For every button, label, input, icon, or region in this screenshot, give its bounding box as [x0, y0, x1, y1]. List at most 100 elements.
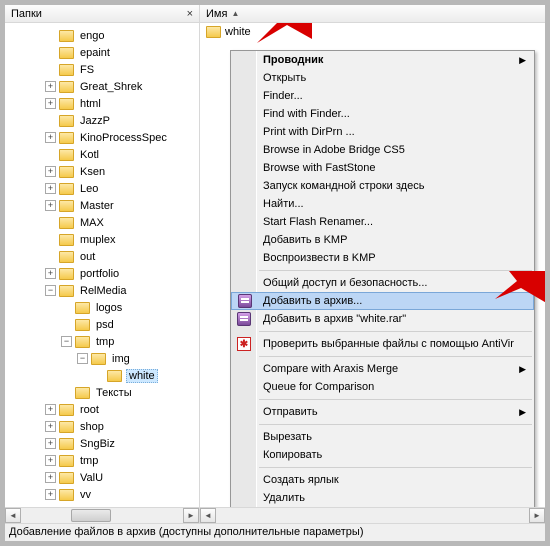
tree-item[interactable]: Тексты — [5, 384, 199, 401]
tree-item[interactable]: psd — [5, 316, 199, 333]
column-header-name[interactable]: Имя ▲ — [200, 5, 545, 22]
menu-item[interactable]: Открыть — [231, 69, 534, 87]
menu-item[interactable]: Browse in Adobe Bridge CS5 — [231, 141, 534, 159]
tree-item[interactable]: +SngBiz — [5, 435, 199, 452]
menu-item[interactable]: Compare with Araxis Merge▶ — [231, 360, 534, 378]
tree-item-label: engo — [78, 30, 106, 42]
expand-icon[interactable]: + — [45, 132, 56, 143]
tree-item[interactable]: +root — [5, 401, 199, 418]
menu-item[interactable]: Копировать — [231, 446, 534, 464]
menu-item[interactable]: Start Flash Renamer... — [231, 213, 534, 231]
close-icon[interactable]: × — [187, 8, 193, 20]
menu-item[interactable]: Отправить▶ — [231, 403, 534, 421]
collapse-icon[interactable]: − — [61, 336, 72, 347]
menu-item[interactable]: Print with DirPrn ... — [231, 123, 534, 141]
tree-item[interactable]: + Leo — [5, 180, 199, 197]
tree-item[interactable]: +ValU — [5, 469, 199, 486]
submenu-arrow-icon: ▶ — [519, 407, 526, 418]
expand-icon[interactable]: + — [45, 421, 56, 432]
folder-icon — [75, 336, 90, 348]
tree-item[interactable]: MAX — [5, 214, 199, 231]
expand-icon[interactable]: + — [45, 438, 56, 449]
expand-icon[interactable]: + — [45, 98, 56, 109]
expand-icon[interactable]: + — [45, 200, 56, 211]
menu-item-label: Добавить в архив... — [263, 295, 362, 307]
expand-icon[interactable]: + — [45, 455, 56, 466]
menu-item[interactable]: Queue for Comparison — [231, 378, 534, 396]
menu-item[interactable]: Вырезать — [231, 428, 534, 446]
tree-item[interactable]: out — [5, 248, 199, 265]
tree-item[interactable]: JazzP — [5, 112, 199, 129]
tree-item[interactable]: +Great_Shrek — [5, 78, 199, 95]
scroll-right-button[interactable]: ► — [183, 508, 199, 523]
folder-icon — [107, 370, 122, 382]
scroll-left-button[interactable]: ◄ — [200, 508, 216, 523]
tree-item[interactable]: Kotl — [5, 146, 199, 163]
expander-placeholder — [45, 149, 56, 160]
sort-asc-icon: ▲ — [231, 9, 239, 18]
tree-item[interactable]: + Master — [5, 197, 199, 214]
expand-icon[interactable]: + — [45, 404, 56, 415]
menu-item[interactable]: Browse with FastStone — [231, 159, 534, 177]
tree-item[interactable]: −img — [5, 350, 199, 367]
tree-item[interactable]: +portfolio — [5, 265, 199, 282]
tree-item[interactable]: white — [5, 367, 199, 384]
tree-item[interactable]: epaint — [5, 44, 199, 61]
menu-item-label: Compare with Araxis Merge — [263, 363, 398, 375]
menu-item[interactable]: Добавить в архив... — [231, 292, 534, 310]
menu-item-label: Print with DirPrn ... — [263, 126, 355, 138]
tree-item[interactable]: −tmp — [5, 333, 199, 350]
menu-item[interactable]: Запуск командной строки здесь — [231, 177, 534, 195]
collapse-icon[interactable]: − — [77, 353, 88, 364]
tree-item[interactable]: logos — [5, 299, 199, 316]
expand-icon[interactable]: + — [45, 183, 56, 194]
scroll-thumb[interactable] — [71, 509, 111, 522]
tree-item-label: Master — [78, 200, 116, 212]
tree-item-label: out — [78, 251, 97, 263]
tree-item[interactable]: engo — [5, 27, 199, 44]
menu-item[interactable]: Добавить в архив "white.rar" — [231, 310, 534, 328]
tree-item[interactable]: +KinoProcessSpec — [5, 129, 199, 146]
menu-item[interactable]: Воспроизвести в KMP — [231, 249, 534, 267]
folder-tree[interactable]: engo epaintFS+Great_Shrek+htmlJazzP+KinoP… — [5, 23, 200, 507]
tree-item[interactable]: +tmp — [5, 452, 199, 469]
tree-item[interactable]: +shop — [5, 418, 199, 435]
horizontal-scrollbar[interactable]: ◄ ► ◄ ► — [5, 507, 545, 523]
menu-item[interactable]: Проводник▶ — [231, 51, 534, 69]
expander-placeholder — [61, 319, 72, 330]
expand-icon[interactable]: + — [45, 268, 56, 279]
collapse-icon[interactable]: − — [45, 285, 56, 296]
folder-icon — [59, 149, 74, 161]
tree-item[interactable]: −RelMedia — [5, 282, 199, 299]
folder-icon — [59, 200, 74, 212]
folder-icon — [59, 455, 74, 467]
menu-item[interactable]: Find with Finder... — [231, 105, 534, 123]
menu-item[interactable]: Finder... — [231, 87, 534, 105]
menu-separator — [259, 399, 532, 400]
folder-icon — [206, 26, 221, 38]
expand-icon[interactable]: + — [45, 166, 56, 177]
expander-placeholder — [45, 64, 56, 75]
expander-placeholder — [61, 302, 72, 313]
scroll-right-button[interactable]: ► — [529, 508, 545, 523]
menu-item[interactable]: ✱Проверить выбранные файлы с помощью Ant… — [231, 335, 534, 353]
menu-item[interactable]: Удалить — [231, 489, 534, 507]
tree-item[interactable]: +Ksen — [5, 163, 199, 180]
tree-item[interactable]: muplex — [5, 231, 199, 248]
tree-item-label: Leo — [78, 183, 100, 195]
menu-item[interactable]: Найти... — [231, 195, 534, 213]
expand-icon[interactable]: + — [45, 489, 56, 500]
menu-item[interactable]: Создать ярлык — [231, 471, 534, 489]
tree-item[interactable]: FS — [5, 61, 199, 78]
tree-item[interactable]: +vv — [5, 486, 199, 503]
expand-icon[interactable]: + — [45, 472, 56, 483]
list-item[interactable]: white — [200, 23, 545, 40]
menu-item-label: Browse in Adobe Bridge CS5 — [263, 144, 405, 156]
menu-item[interactable]: Общий доступ и безопасность... — [231, 274, 534, 292]
menu-item[interactable]: Добавить в KMP — [231, 231, 534, 249]
expand-icon[interactable]: + — [45, 81, 56, 92]
expander-placeholder — [93, 370, 104, 381]
tree-item[interactable]: +html — [5, 95, 199, 112]
scroll-left-button[interactable]: ◄ — [5, 508, 21, 523]
expander-placeholder — [45, 251, 56, 262]
